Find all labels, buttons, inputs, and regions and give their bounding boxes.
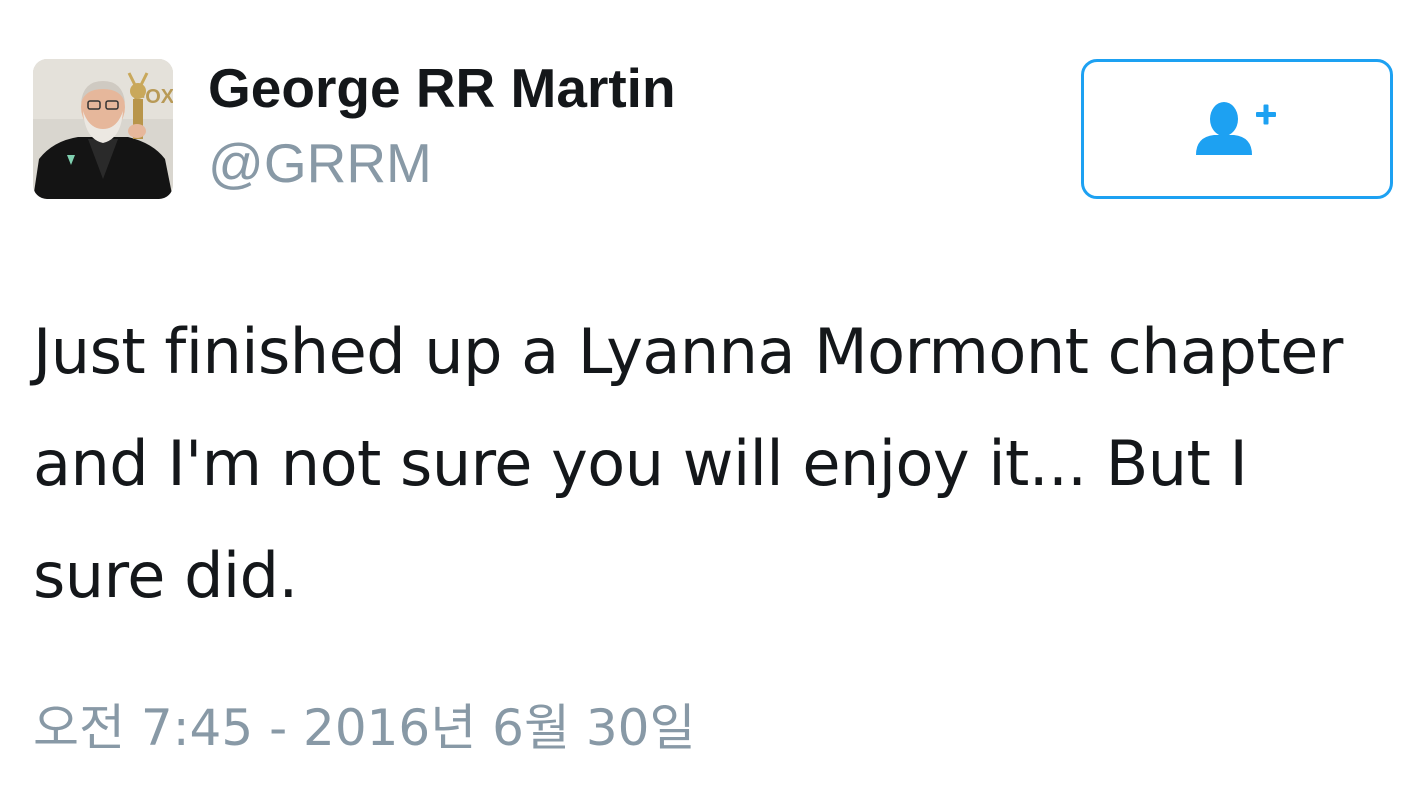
tweet-timestamp[interactable]: 오전 7:45 - 2016년 6월 30일 (33, 693, 695, 763)
tweet-text: Just finished up a Lyanna Mormont chapte… (33, 315, 1343, 612)
avatar[interactable]: FOX (33, 59, 173, 199)
follow-button[interactable] (1081, 59, 1393, 199)
author-handle[interactable]: @GRRM (208, 131, 432, 195)
tweet-card: FOX George RR Martin @GRRM Just finished… (0, 0, 1418, 785)
avatar-photo: FOX (33, 59, 173, 199)
add-user-icon (1196, 102, 1276, 155)
author-display-name[interactable]: George RR Martin (208, 56, 676, 120)
